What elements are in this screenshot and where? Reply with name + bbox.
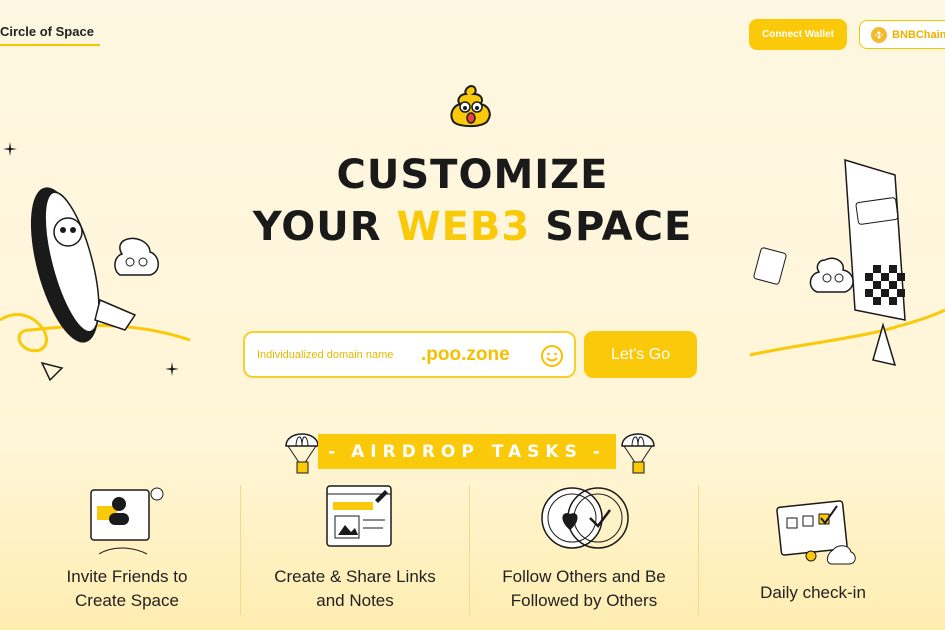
poo-mascot-icon	[450, 84, 491, 128]
brand-underline	[0, 44, 100, 46]
invite-icon	[90, 487, 164, 555]
smile-icon[interactable]	[540, 344, 564, 368]
hero-line2-post: SPACE	[530, 204, 693, 250]
bnb-chain-icon	[871, 26, 887, 43]
follow-icon	[541, 487, 629, 549]
sparkle-icon	[3, 142, 17, 156]
task-label: Create Space	[75, 591, 179, 610]
banner-dash-left: -	[328, 441, 342, 462]
brand-title[interactable]: Circle of Space	[0, 24, 94, 39]
airdrop-title: AIRDROP TASKS	[351, 441, 583, 462]
parachute-gift-icon	[621, 433, 655, 474]
task-create-share[interactable]: Create & Share Links and Notes	[241, 480, 469, 613]
domain-suffix: .poo.zone	[421, 343, 510, 365]
chain-selector-button[interactable]: BNBChain	[859, 20, 945, 49]
hero-line2-pre: YOUR	[252, 204, 397, 250]
airdrop-tasks-banner: - AIRDROP TASKS -	[318, 434, 616, 469]
parachute-gift-icon	[285, 433, 319, 474]
task-follow[interactable]: Follow Others and Be Followed by Others	[470, 480, 698, 613]
checkin-icon	[776, 500, 856, 565]
lets-go-button[interactable]: Let's Go	[584, 331, 697, 378]
task-invite-friends[interactable]: Invite Friends to Create Space	[13, 480, 241, 613]
domain-input[interactable]: Individualized domain name .poo.zone	[243, 331, 576, 378]
connect-wallet-button[interactable]: Connect Wallet	[749, 19, 847, 50]
create-share-icon	[326, 485, 392, 547]
task-label: Follow Others and Be	[502, 567, 666, 586]
banner-dash-right: -	[592, 441, 606, 462]
right-illustration	[749, 158, 945, 367]
task-label: Followed by Others	[510, 591, 658, 610]
task-label: and Notes	[316, 591, 394, 610]
hero-line2-accent: WEB3	[396, 204, 531, 250]
task-daily-checkin[interactable]: Daily check-in	[699, 496, 927, 605]
domain-placeholder: Individualized domain name	[257, 348, 394, 361]
task-label: Create & Share Links	[274, 567, 436, 586]
chain-label: BNBChain	[892, 28, 945, 41]
task-label: Invite Friends to	[66, 567, 188, 586]
task-label: Daily check-in	[760, 583, 866, 602]
left-illustration	[0, 187, 191, 382]
